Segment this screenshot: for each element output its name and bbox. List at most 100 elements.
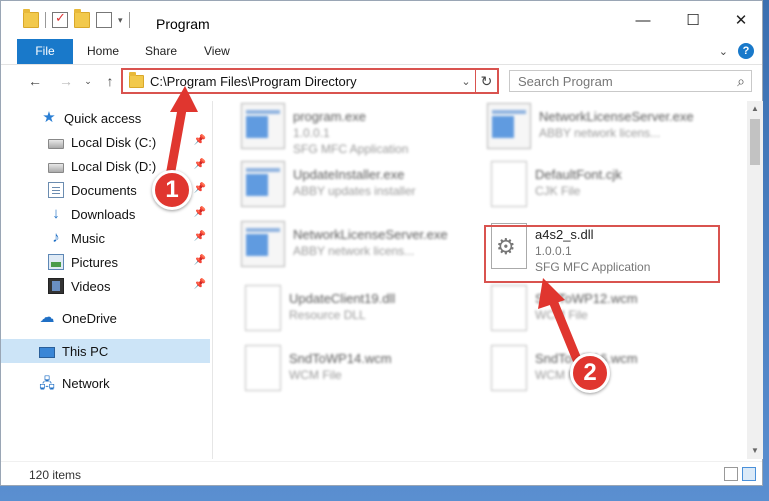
list-item[interactable]: SndToWP12.wcm WCM File [487,285,727,335]
quick-access-toolbar: ▾ [23,9,136,28]
ribbon-controls: ⌄ ? [719,43,754,59]
exe-file-icon [487,103,531,149]
tab-view[interactable]: View [204,39,230,64]
list-item[interactable]: UpdateClient19.dll Resource DLL [241,285,481,335]
sidebar-item-label: This PC [62,343,109,359]
address-dropdown-icon[interactable]: ⌄ [457,75,475,88]
file-description: ABBY network licens... [293,244,415,258]
pin-icon[interactable]: 📌 [194,231,206,242]
file-name: NetworkLicenseServer.exe [293,227,448,242]
file-description: CJK File [535,184,581,198]
sidebar-item-network[interactable]: 🖧 Network [1,371,210,395]
pin-icon[interactable]: 📌 [194,159,206,170]
divider [128,12,130,28]
scroll-up-icon[interactable]: ▲ [747,101,763,117]
expand-ribbon-icon[interactable]: ⌄ [719,45,728,58]
disk-icon [48,138,64,149]
file-name: NetworkLicenseServer.exe [539,109,694,124]
search-box[interactable]: ⌕ [509,70,752,92]
search-icon: ⌕ [737,72,745,89]
item-count: 120 items [29,468,82,482]
videos-icon [48,278,64,294]
file-icon [491,161,527,207]
file-description: WCM File [535,308,588,322]
tab-home[interactable]: Home [87,39,119,64]
step-badge-1: 1 [152,170,192,210]
recent-locations-button[interactable]: ⌄ [78,71,98,91]
sidebar-item-this-pc[interactable]: This PC [1,339,210,363]
forward-button[interactable]: → [56,71,76,91]
sidebar-item-quick-access[interactable]: ★ Quick access [1,106,210,130]
navigation-bar: ← → ⌄ ↑ C:\Program Files\Program Directo… [1,67,762,97]
sidebar-item-label: Local Disk (C:) [71,134,157,150]
status-bar: 120 items [1,461,762,485]
pin-icon[interactable]: 📌 [194,207,206,218]
list-item[interactable]: DefaultFont.cjk CJK File [487,161,727,211]
list-item[interactable]: NetworkLicenseServer.exe ABBY network li… [487,103,727,153]
details-view-button[interactable] [724,467,738,481]
sidebar-item-videos[interactable]: Videos 📌 [1,274,210,298]
download-icon: ↓ [52,205,60,222]
address-path[interactable]: C:\Program Files\Program Directory [150,74,457,89]
tab-file[interactable]: File [17,39,73,64]
file-name: SndToWP12.wcm [535,291,638,306]
ribbon-tabs: File Home Share View ⌄ ? [1,39,762,65]
maximize-button[interactable]: ☐ [683,11,703,31]
folder-icon [129,71,144,88]
minimize-button[interactable]: — [633,11,653,31]
file-icon [491,285,527,331]
navigation-pane: ★ Quick access Local Disk (C:) 📌 Local D… [1,101,212,459]
exe-file-icon [241,221,285,267]
sidebar-item-pictures[interactable]: Pictures 📌 [1,250,210,274]
sidebar-item-onedrive[interactable]: ☁ OneDrive [1,306,210,330]
sidebar-item-label: Music [71,230,105,246]
properties-icon[interactable] [52,10,68,28]
pin-icon[interactable]: 📌 [194,183,206,194]
chevron-down-icon[interactable]: ▾ [118,15,123,26]
file-name: SndToWP14.wcm [289,351,392,366]
vertical-scrollbar[interactable]: ▲ ▼ [747,101,763,459]
list-item[interactable]: program.exe 1.0.0.1 SFG MFC Application [241,103,481,156]
close-button[interactable]: ✕ [731,11,751,31]
help-icon[interactable]: ? [738,43,754,59]
computer-icon [39,346,55,358]
title-bar: ▾ Program — ☐ ✕ [1,1,762,39]
list-item[interactable]: UpdateInstaller.exe ABBY updates install… [241,161,481,211]
sidebar-item-label: OneDrive [62,310,117,326]
exe-file-icon [241,103,285,149]
pin-icon[interactable]: 📌 [194,279,206,290]
music-icon: ♪ [52,229,60,246]
file-icon [491,345,527,391]
file-description: SFG MFC Application [293,142,409,156]
exe-file-icon [241,161,285,207]
back-button[interactable]: ← [25,71,45,91]
tiles-view-button[interactable] [742,467,756,481]
address-bar[interactable]: C:\Program Files\Program Directory ⌄ ↻ [121,68,499,94]
sidebar-item-label: Network [62,375,110,391]
target-file-highlight [484,225,720,283]
sidebar-item-label: Quick access [64,110,142,126]
new-folder-icon[interactable] [74,9,90,28]
sidebar-item-local-disk-c[interactable]: Local Disk (C:) 📌 [1,130,210,154]
list-item[interactable]: SndToWP14.wcm WCM File [241,345,481,395]
sidebar-item-label: Downloads [71,206,136,222]
file-icon [245,345,281,391]
file-name: UpdateInstaller.exe [293,167,405,182]
pane-divider[interactable] [212,101,213,459]
list-item[interactable]: NetworkLicenseServer.exe ABBY network li… [241,221,481,271]
customize-icon[interactable] [96,12,112,28]
pin-icon[interactable]: 📌 [194,255,206,266]
sidebar-item-music[interactable]: ♪ Music 📌 [1,226,210,250]
pin-icon[interactable]: 📌 [194,135,206,146]
file-description: WCM File [289,368,342,382]
search-input[interactable] [518,73,731,89]
scroll-down-icon[interactable]: ▼ [747,443,763,459]
scroll-thumb[interactable] [750,119,760,165]
step-badge-2: 2 [570,353,610,393]
pictures-icon [48,254,64,270]
refresh-button[interactable]: ↻ [475,70,497,92]
up-button[interactable]: ↑ [100,71,120,91]
tab-share[interactable]: Share [145,39,177,64]
sidebar-item-label: Documents [71,182,137,198]
file-name: DefaultFont.cjk [535,167,622,182]
